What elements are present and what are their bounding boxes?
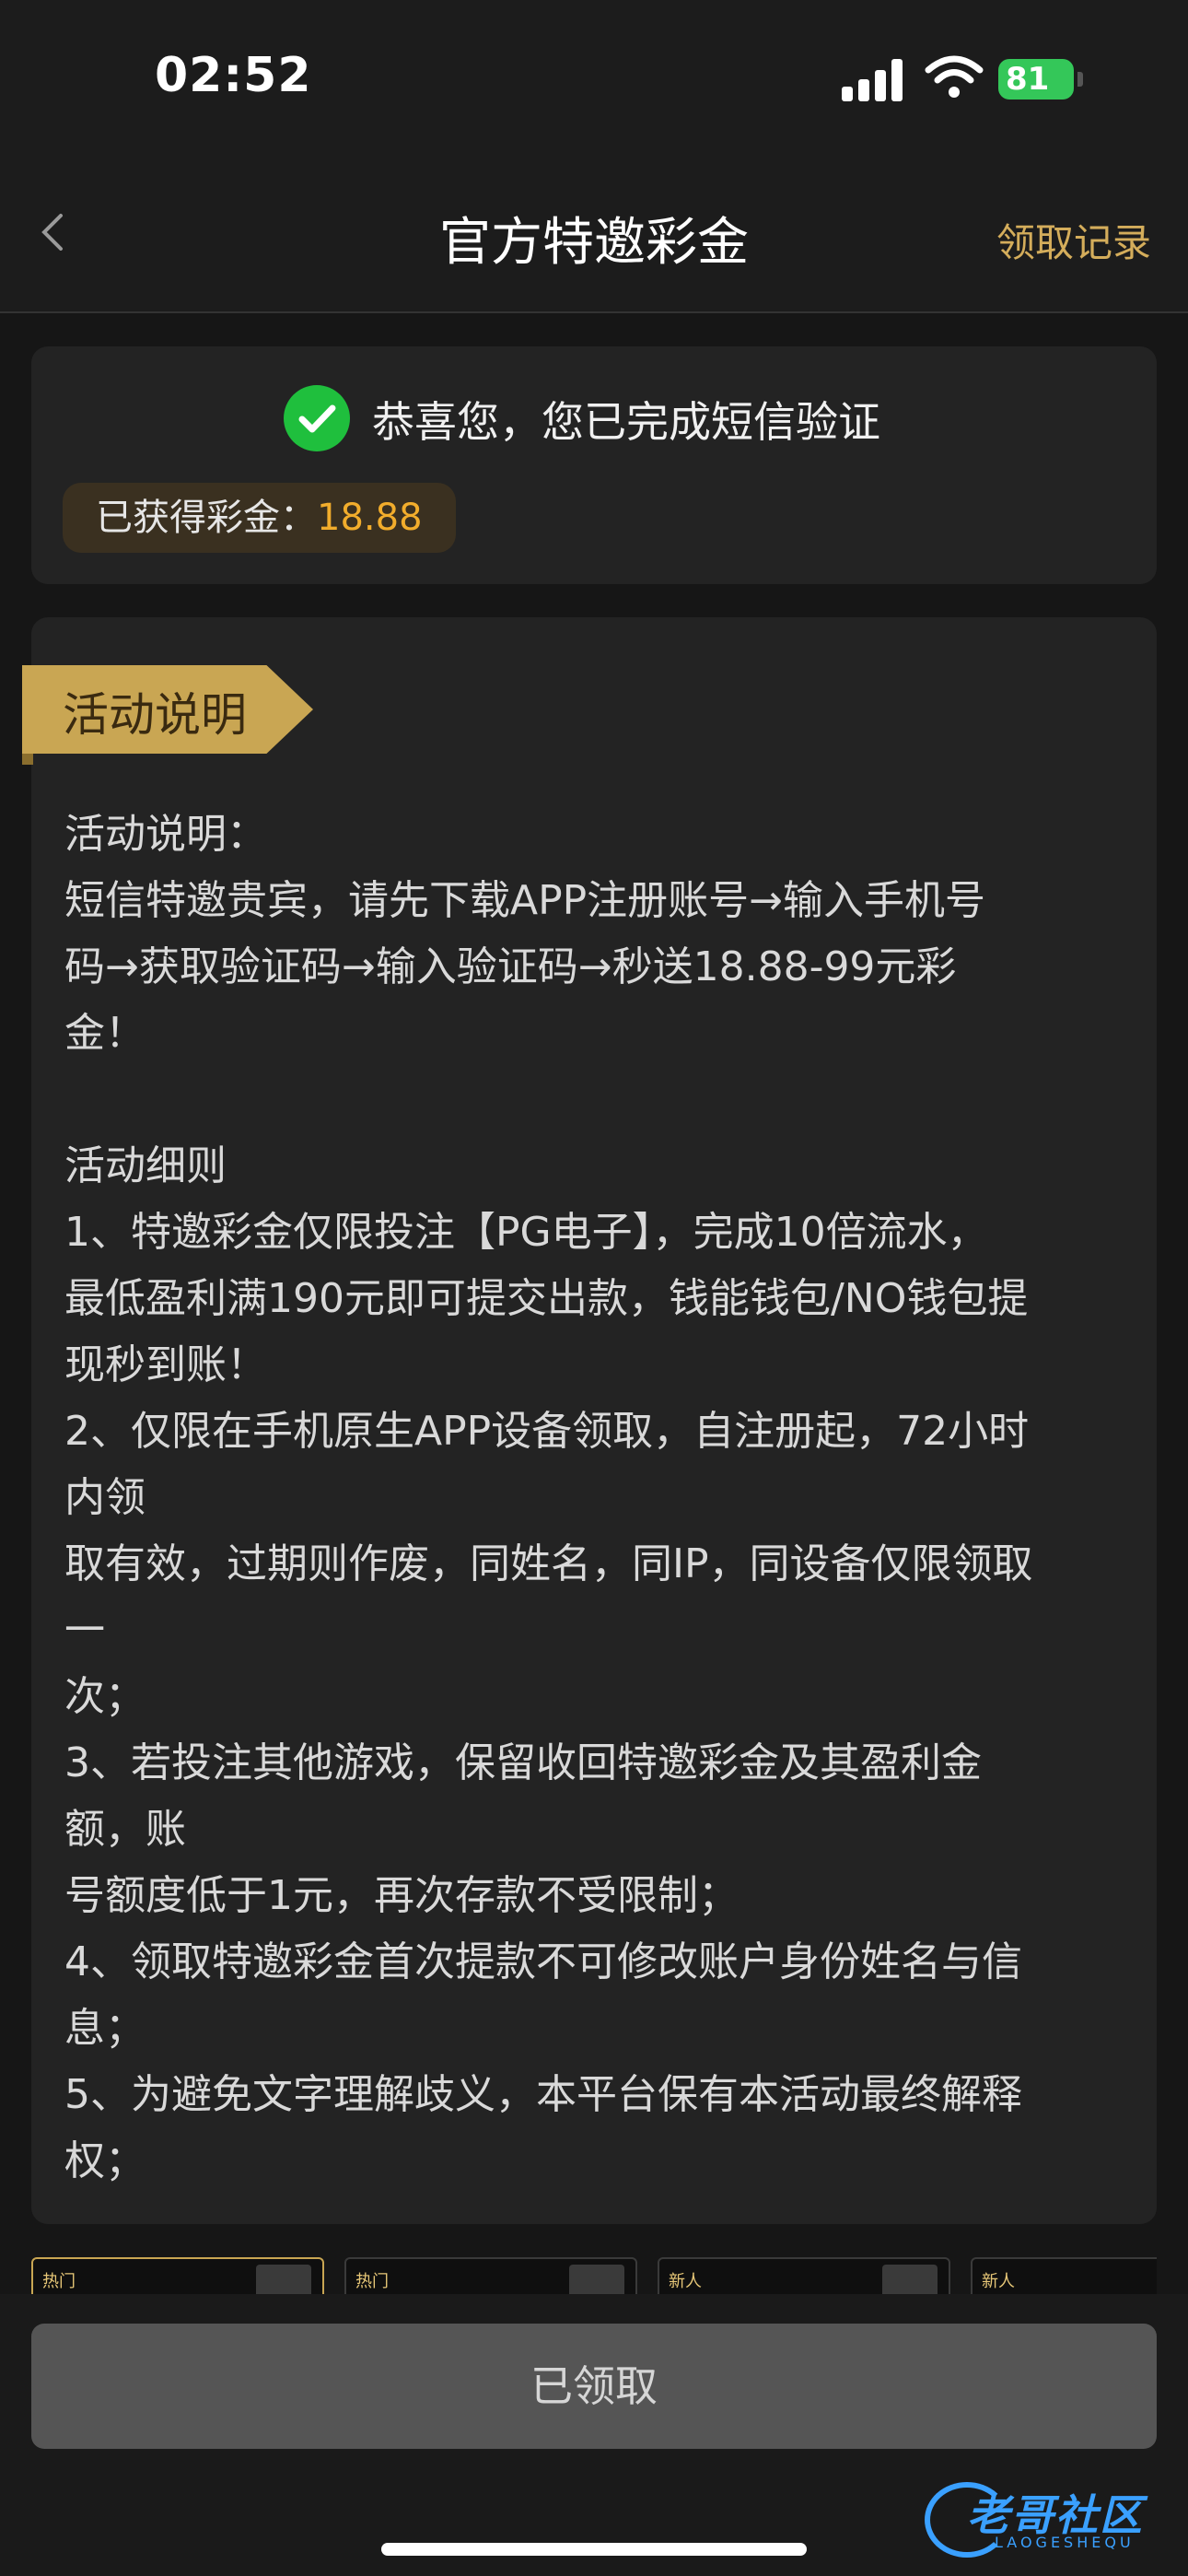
game-banner-image <box>256 2265 311 2294</box>
watermark-subtext: LAOGESHEQU <box>995 2534 1135 2551</box>
home-indicator[interactable] <box>381 2543 807 2556</box>
wifi-icon <box>925 55 984 98</box>
game-banner-image <box>882 2265 938 2294</box>
battery-cap <box>1077 72 1083 87</box>
watermark-logo: 老哥社区 LAOGESHEQU <box>921 2469 1179 2561</box>
bonus-badge: 已获得彩金：18.88 <box>63 483 456 553</box>
cellular-signal-icon <box>842 57 906 101</box>
game-banner[interactable]: 新人 <box>971 2257 1157 2294</box>
bonus-value: 18.88 <box>317 497 423 539</box>
game-banner[interactable]: 新人 <box>658 2257 950 2294</box>
status-bar: 02:52 81 <box>0 0 1188 157</box>
game-banner-tag: 新人 <box>982 2272 1015 2291</box>
game-banner[interactable]: 热门 <box>344 2257 637 2294</box>
game-banner-tag: 热门 <box>355 2272 389 2291</box>
battery-icon: 81 <box>998 59 1074 100</box>
game-banner-tag: 新人 <box>669 2272 702 2291</box>
ribbon-fold <box>22 754 33 765</box>
game-banner[interactable]: 热门 <box>31 2257 324 2294</box>
status-time: 02:52 <box>155 48 312 103</box>
game-banner-image <box>569 2265 624 2294</box>
game-banner-tag: 热门 <box>42 2272 76 2291</box>
bonus-label: 已获得彩金： <box>96 497 317 539</box>
rules-content: 活动说明： 短信特邀贵宾，请先下载APP注册账号→输入手机号 码→获取验证码→输… <box>64 811 1033 2184</box>
check-circle-icon <box>284 385 350 451</box>
battery-level: 81 <box>1006 61 1050 98</box>
nav-bar: 官方特邀彩金 领取记录 <box>0 157 1188 313</box>
game-banner-strip[interactable]: 热门 热门 新人 新人 <box>31 2257 1157 2294</box>
claimed-button[interactable]: 已领取 <box>31 2324 1157 2449</box>
verification-card: 恭喜您，您已完成短信验证 已获得彩金：18.88 <box>31 346 1157 584</box>
section-ribbon-label: 活动说明 <box>63 688 247 742</box>
records-link[interactable]: 领取记录 <box>996 212 1151 268</box>
verification-message: 恭喜您，您已完成短信验证 <box>372 397 880 447</box>
